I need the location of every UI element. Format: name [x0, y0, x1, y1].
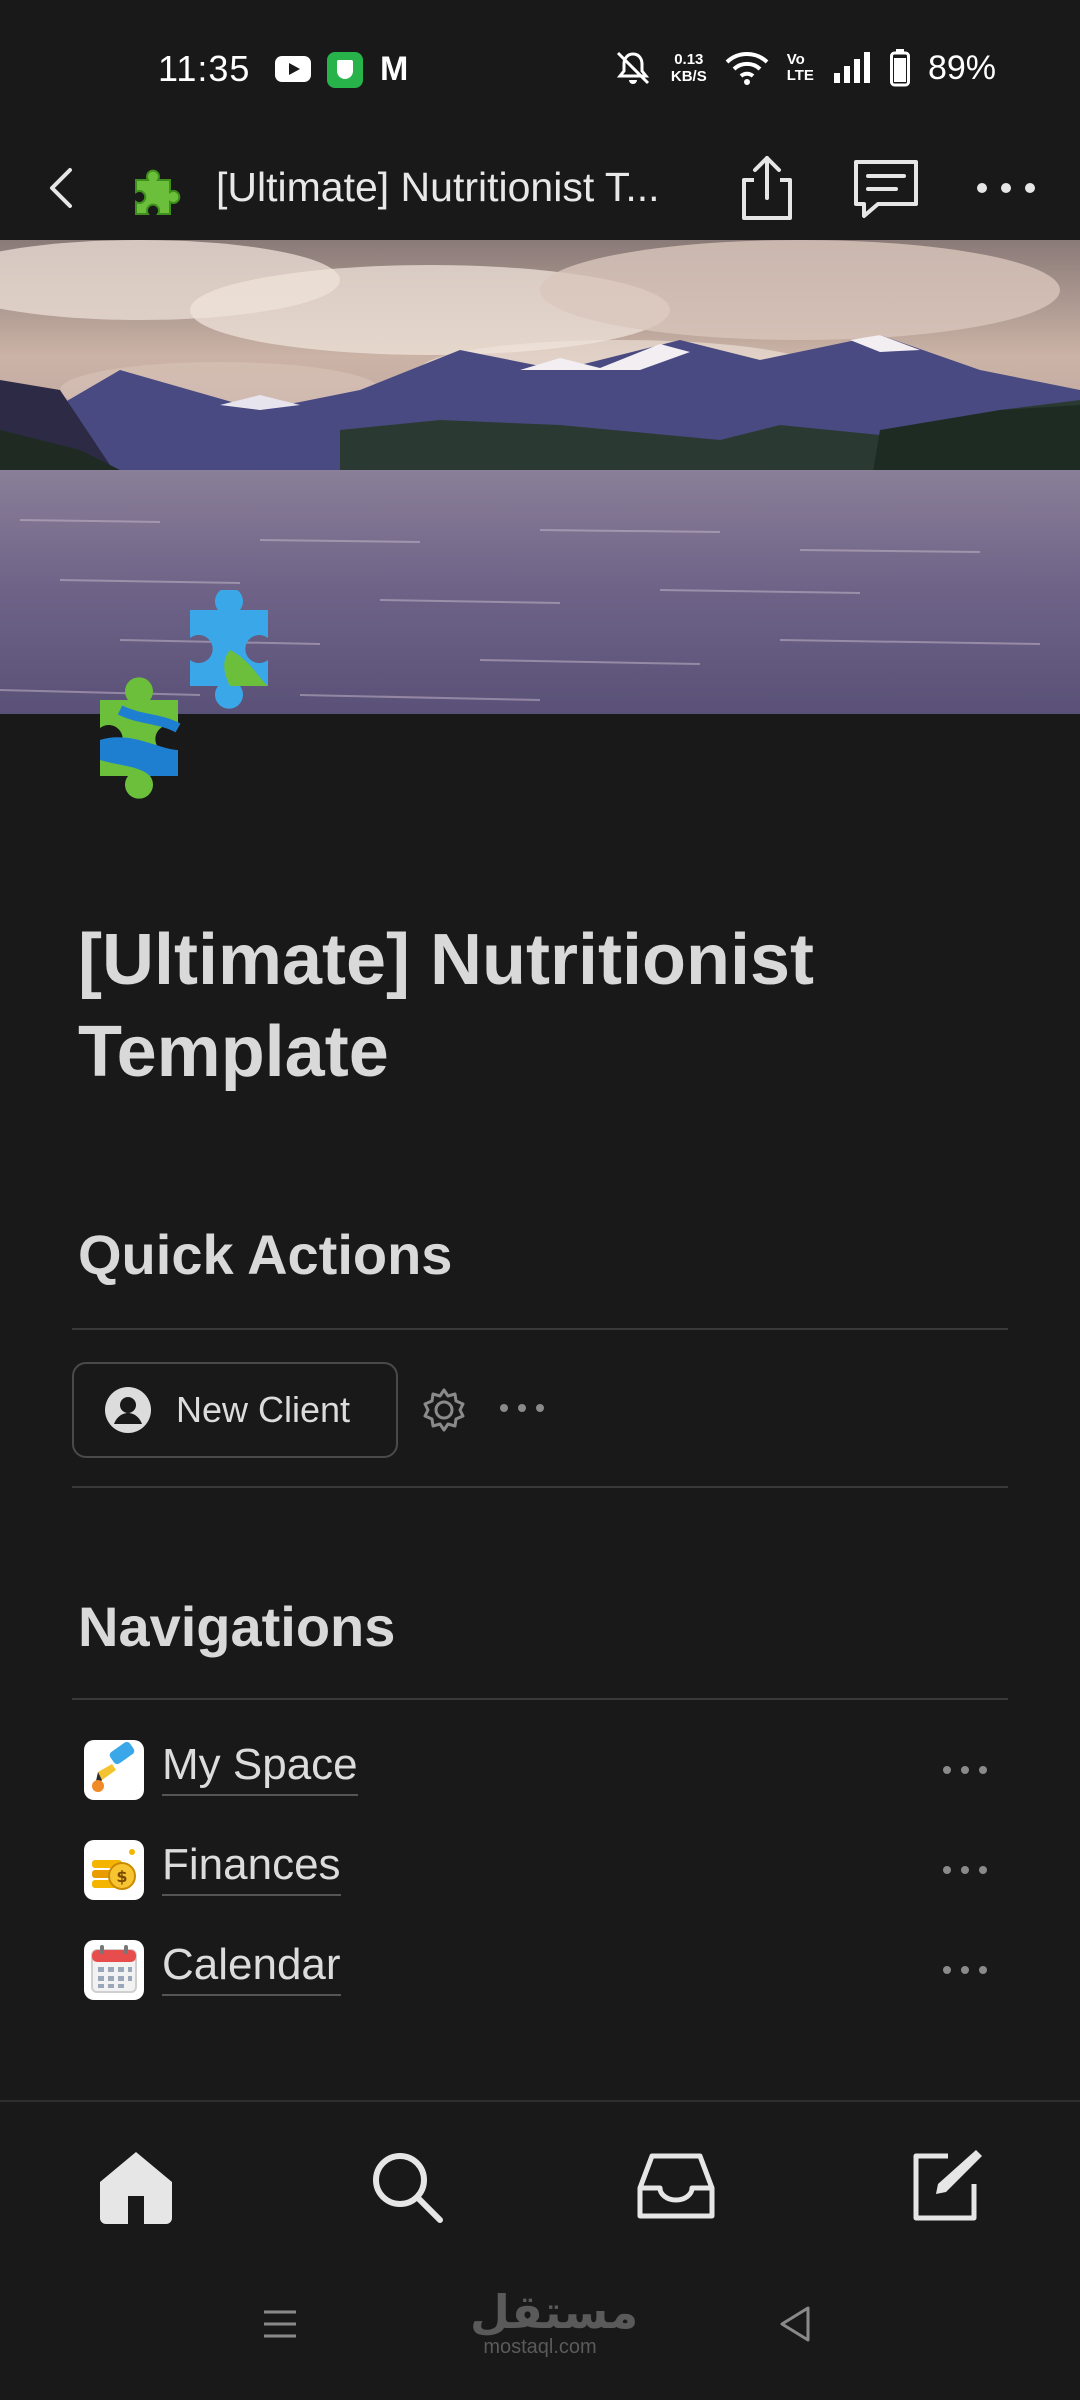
new-client-button[interactable]: New Client	[72, 1362, 398, 1458]
system-navigation-bar: مستقل mostaql.com	[0, 2260, 1080, 2400]
bottom-tab-bar	[0, 2100, 1080, 2260]
signal-icon	[833, 52, 870, 83]
pen-icon	[84, 1740, 144, 1800]
security-shield-icon	[327, 52, 363, 88]
quick-actions-heading: Quick Actions	[78, 1223, 453, 1286]
youtube-icon	[275, 56, 311, 82]
gear-icon[interactable]	[420, 1386, 468, 1434]
more-options-icon[interactable]	[972, 160, 1040, 216]
back-arrow-icon[interactable]	[36, 160, 92, 216]
compose-icon[interactable]	[904, 2144, 988, 2228]
status-time: 11:35	[158, 48, 251, 89]
more-options-icon[interactable]	[940, 1960, 990, 1980]
header-title[interactable]: [Ultimate] Nutritionist T...	[216, 164, 660, 211]
comments-icon[interactable]	[850, 156, 922, 224]
more-options-icon[interactable]	[498, 1396, 546, 1420]
puzzle-piece-icon	[135, 169, 181, 215]
watermark-arabic: مستقل	[470, 2286, 639, 2338]
calendar-icon	[84, 1940, 144, 2000]
more-options-icon[interactable]	[940, 1860, 990, 1880]
nav-label: Finances	[162, 1840, 341, 1896]
home-icon[interactable]	[94, 2144, 178, 2228]
divider	[72, 1486, 1008, 1488]
gmail-icon: M	[380, 50, 409, 88]
coins-icon: $	[84, 1840, 144, 1900]
back-nav-icon[interactable]	[776, 2304, 816, 2344]
nav-item-my-space[interactable]: My Space	[84, 1730, 1008, 1810]
page-title[interactable]: [Ultimate] Nutritionist Template	[78, 914, 1038, 1098]
volte-indicator: Vo LTE	[786, 51, 814, 84]
svg-text:$: $	[116, 1867, 127, 1886]
watermark-latin: mostaql.com	[483, 2336, 597, 2358]
watermark: مستقل mostaql.com	[470, 2286, 639, 2358]
more-options-icon[interactable]	[940, 1760, 990, 1780]
battery-icon	[889, 49, 910, 87]
divider	[72, 1328, 1008, 1330]
person-icon	[105, 1387, 151, 1433]
recent-apps-icon[interactable]	[260, 2304, 300, 2344]
status-right-group: 0.13 KB/S Vo LTE 89%	[613, 46, 996, 90]
mute-icon	[616, 51, 649, 85]
puzzle-globe-icon[interactable]	[80, 590, 310, 830]
battery-percent: 89%	[927, 48, 996, 87]
divider	[72, 1698, 1008, 1700]
nav-item-finances[interactable]: $ Finances	[84, 1830, 1008, 1910]
navigations-heading: Navigations	[78, 1595, 396, 1658]
search-icon[interactable]	[364, 2144, 448, 2228]
nav-label: Calendar	[162, 1940, 341, 1996]
status-bar: 11:35 M 0.13 KB/S Vo LTE 89%	[0, 0, 1080, 140]
wifi-icon	[725, 52, 769, 85]
share-icon[interactable]	[734, 152, 800, 222]
nav-label: My Space	[162, 1740, 358, 1796]
inbox-icon[interactable]	[634, 2144, 718, 2228]
new-client-label: New Client	[176, 1389, 351, 1430]
app-header: [Ultimate] Nutritionist T...	[0, 140, 1080, 240]
nav-item-calendar[interactable]: Calendar	[84, 1930, 1008, 2010]
network-speed: 0.13 KB/S	[670, 51, 707, 85]
